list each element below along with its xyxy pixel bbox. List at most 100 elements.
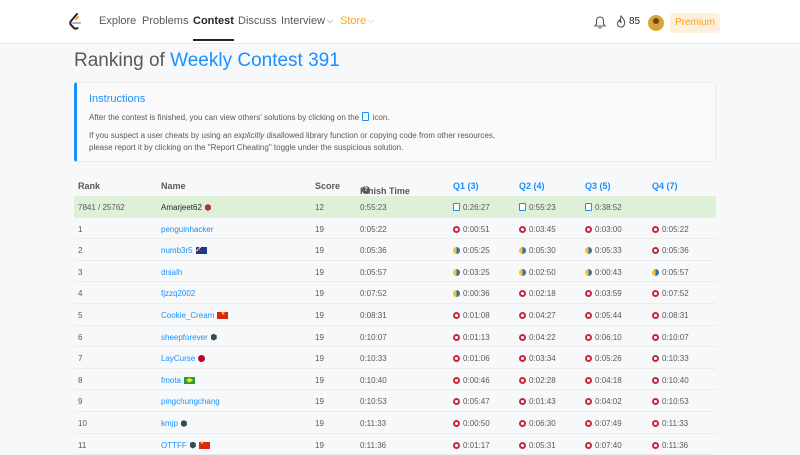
cpp-language-icon[interactable] xyxy=(585,376,592,384)
q3-cell[interactable]: 0:06:10 xyxy=(585,333,622,342)
cpp-language-icon[interactable] xyxy=(519,290,526,298)
q1-cell[interactable]: 0:01:13 xyxy=(453,333,490,342)
q3-cell[interactable]: 0:38:52 xyxy=(585,203,622,212)
cpp-language-icon[interactable] xyxy=(453,333,460,341)
q4-cell[interactable]: 0:05:36 xyxy=(652,246,689,255)
nav-interview[interactable]: Interview ⌵ xyxy=(281,15,333,27)
cpp-language-icon[interactable] xyxy=(453,441,460,449)
cpp-language-icon[interactable] xyxy=(585,419,592,427)
cpp-language-icon[interactable] xyxy=(519,311,526,319)
user-name-link[interactable]: OTTFF xyxy=(161,440,210,450)
q1-cell[interactable]: 0:00:50 xyxy=(453,419,490,428)
cpp-language-icon[interactable] xyxy=(453,311,460,319)
header-q2[interactable]: Q2 (4) xyxy=(519,181,545,191)
user-name-link[interactable]: LayCurse xyxy=(161,354,206,363)
cpp-language-icon[interactable] xyxy=(585,441,592,449)
contest-name-link[interactable]: Weekly Contest 391 xyxy=(170,50,340,71)
q1-cell[interactable]: 0:00:51 xyxy=(453,225,490,234)
python-language-icon[interactable] xyxy=(519,247,526,255)
q2-cell[interactable]: 0:02:28 xyxy=(519,376,556,385)
q3-cell[interactable]: 0:04:02 xyxy=(585,397,622,406)
q4-cell[interactable]: 0:05:22 xyxy=(652,225,689,234)
q3-cell[interactable]: 0:05:44 xyxy=(585,311,622,320)
q1-cell[interactable]: 0:05:25 xyxy=(453,246,490,255)
cpp-language-icon[interactable] xyxy=(453,225,460,233)
q2-cell[interactable]: 0:01:43 xyxy=(519,397,556,406)
python-language-icon[interactable] xyxy=(519,268,526,276)
cpp-language-icon[interactable] xyxy=(519,333,526,341)
avatar[interactable] xyxy=(648,15,664,31)
python-language-icon[interactable] xyxy=(585,268,592,276)
q1-cell[interactable]: 0:01:17 xyxy=(453,441,490,450)
q3-cell[interactable]: 0:05:33 xyxy=(585,246,622,255)
q2-cell[interactable]: 0:06:30 xyxy=(519,419,556,428)
q3-cell[interactable]: 0:03:59 xyxy=(585,289,622,298)
header-q4[interactable]: Q4 (7) xyxy=(652,181,678,191)
q1-cell[interactable]: 0:00:36 xyxy=(453,289,490,298)
cpp-language-icon[interactable] xyxy=(519,225,526,233)
nav-store[interactable]: Store ⌵ xyxy=(340,15,374,27)
q2-cell[interactable]: 0:02:18 xyxy=(519,289,556,298)
cpp-language-icon[interactable] xyxy=(652,333,659,341)
cpp-language-icon[interactable] xyxy=(585,290,592,298)
fire-streak-icon[interactable] xyxy=(616,15,626,28)
q4-cell[interactable]: 0:11:36 xyxy=(652,441,688,450)
q3-cell[interactable]: 0:07:40 xyxy=(585,441,622,450)
q3-cell[interactable]: 0:03:00 xyxy=(585,225,622,234)
user-name-link[interactable]: fmota xyxy=(161,376,196,385)
leetcode-logo-icon[interactable] xyxy=(68,13,82,31)
premium-button[interactable]: Premium xyxy=(670,13,720,33)
cpp-language-icon[interactable] xyxy=(519,398,526,406)
nav-discuss[interactable]: Discuss xyxy=(238,15,277,27)
python-language-icon[interactable] xyxy=(453,247,460,255)
cpp-language-icon[interactable] xyxy=(652,398,659,406)
user-name-link[interactable]: numb3r5 xyxy=(161,246,207,255)
nav-problems[interactable]: Problems xyxy=(142,15,188,27)
q1-cell[interactable]: 0:05:47 xyxy=(453,397,490,406)
python-language-icon[interactable] xyxy=(652,268,659,276)
python-language-icon[interactable] xyxy=(453,268,460,276)
q3-cell[interactable]: 0:00:43 xyxy=(585,268,622,277)
q4-cell[interactable]: 0:07:52 xyxy=(652,289,689,298)
q3-cell[interactable]: 0:04:18 xyxy=(585,376,622,385)
user-name-link[interactable]: sheepforever xyxy=(161,333,217,342)
q4-cell[interactable]: 0:08:31 xyxy=(652,311,689,320)
q2-cell[interactable]: 0:04:27 xyxy=(519,311,556,320)
cpp-language-icon[interactable] xyxy=(652,311,659,319)
document-icon[interactable] xyxy=(585,203,592,211)
q4-cell[interactable]: 0:10:33 xyxy=(652,354,689,363)
help-icon[interactable]: ? xyxy=(362,186,370,194)
q4-cell[interactable]: 0:10:07 xyxy=(652,333,689,342)
cpp-language-icon[interactable] xyxy=(519,441,526,449)
q1-cell[interactable]: 0:01:08 xyxy=(453,311,490,320)
cpp-language-icon[interactable] xyxy=(519,376,526,384)
user-name-link[interactable]: Cookie_Cream xyxy=(161,310,229,320)
user-name-link[interactable]: pingchungchang xyxy=(161,397,220,406)
q2-cell[interactable]: 0:02:50 xyxy=(519,268,556,277)
cpp-language-icon[interactable] xyxy=(585,398,592,406)
cpp-language-icon[interactable] xyxy=(585,311,592,319)
user-name-link[interactable]: penguinhacker xyxy=(161,225,213,234)
cpp-language-icon[interactable] xyxy=(585,333,592,341)
q4-cell[interactable]: 0:10:40 xyxy=(652,376,689,385)
cpp-language-icon[interactable] xyxy=(585,225,592,233)
cpp-language-icon[interactable] xyxy=(519,355,526,363)
cpp-language-icon[interactable] xyxy=(652,376,659,384)
q2-cell[interactable]: 0:03:45 xyxy=(519,225,556,234)
q1-cell[interactable]: 0:26:27 xyxy=(453,203,490,212)
bell-icon[interactable] xyxy=(594,16,606,29)
q2-cell[interactable]: 0:55:23 xyxy=(519,203,556,212)
header-q1[interactable]: Q1 (3) xyxy=(453,181,479,191)
cpp-language-icon[interactable] xyxy=(585,355,592,363)
cpp-language-icon[interactable] xyxy=(453,355,460,363)
user-name-link[interactable]: dnialh xyxy=(161,268,182,277)
user-name-link[interactable]: kmjp xyxy=(161,419,187,428)
q1-cell[interactable]: 0:01:06 xyxy=(453,354,490,363)
user-name-link[interactable]: Amarjeet62 xyxy=(161,203,211,212)
q4-cell[interactable]: 0:11:33 xyxy=(652,419,688,428)
cpp-language-icon[interactable] xyxy=(453,398,460,406)
q2-cell[interactable]: 0:05:31 xyxy=(519,441,556,450)
cpp-language-icon[interactable] xyxy=(453,376,460,384)
cpp-language-icon[interactable] xyxy=(453,419,460,427)
cpp-language-icon[interactable] xyxy=(652,247,659,255)
